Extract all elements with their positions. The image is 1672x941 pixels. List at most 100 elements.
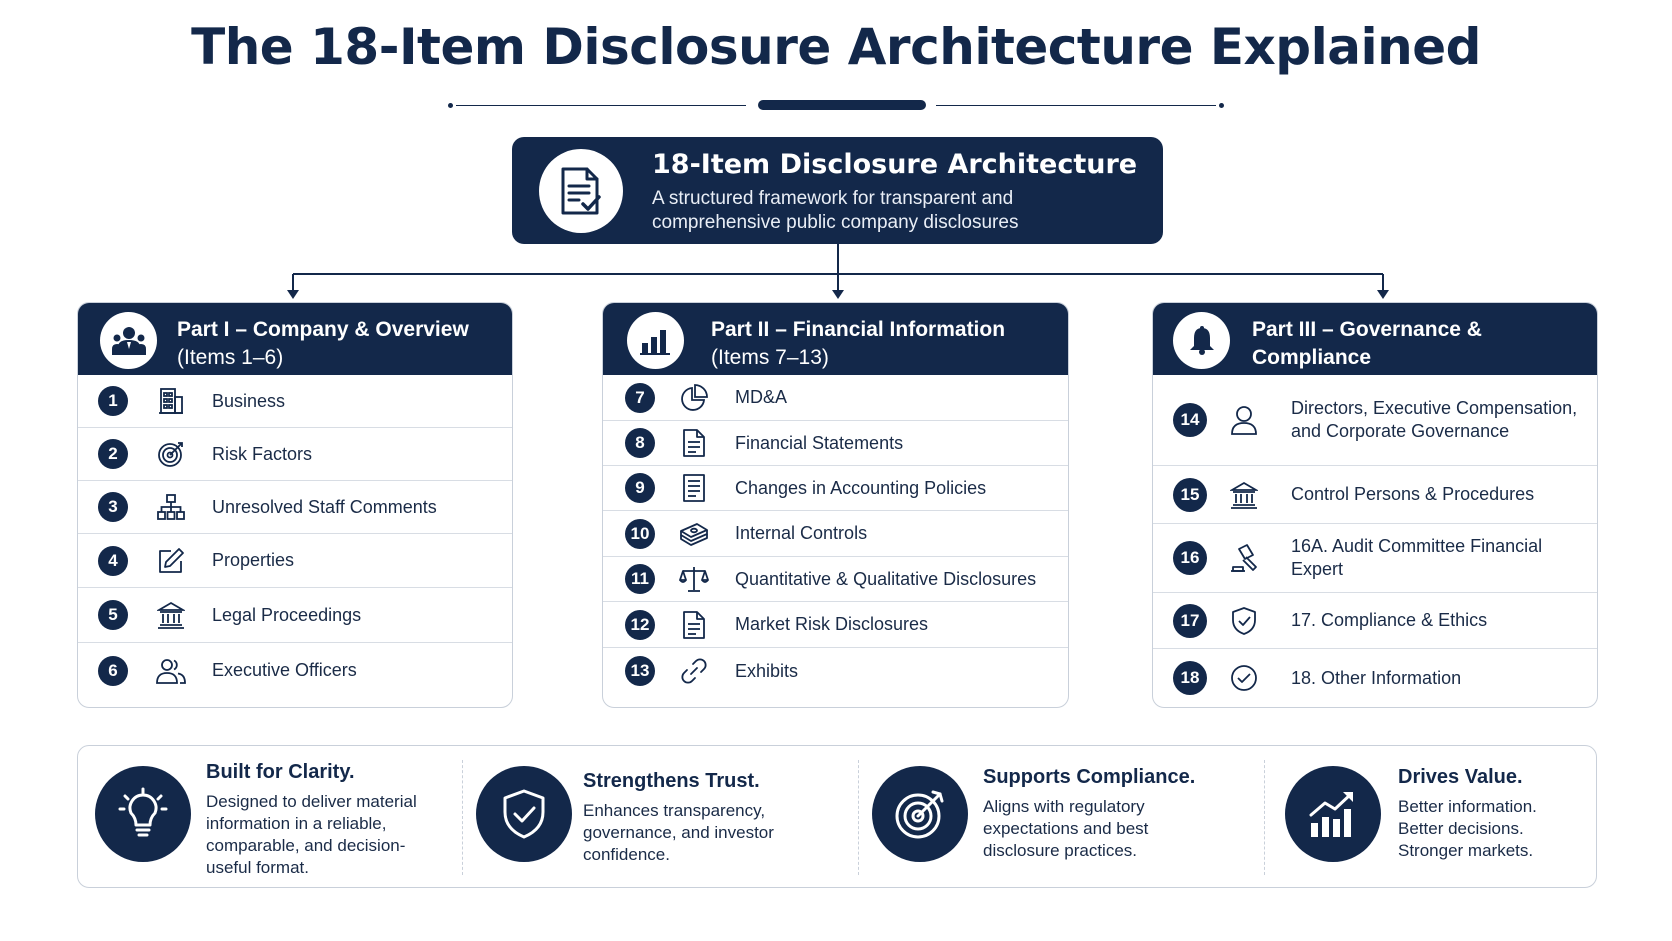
bell-icon bbox=[1173, 312, 1230, 369]
item-label: Properties bbox=[212, 550, 295, 570]
item-number: 15 bbox=[1173, 477, 1207, 512]
target-icon bbox=[156, 439, 186, 469]
target-arrow-icon bbox=[872, 766, 968, 862]
item-number: 4 bbox=[98, 545, 128, 576]
gavel-icon bbox=[1229, 543, 1259, 573]
list-item: 16 16A. Audit Committee Financial Expert bbox=[1153, 524, 1597, 593]
check-circle-icon bbox=[1229, 663, 1259, 693]
part-1-title: Part I – Company & Overview bbox=[177, 318, 469, 341]
list-item: 8 Financial Statements bbox=[603, 421, 1068, 466]
item-number: 9 bbox=[625, 473, 655, 503]
part-2-header: Part II – Financial Information (Items 7–… bbox=[603, 303, 1068, 375]
org-chart-icon bbox=[156, 492, 186, 522]
benefits-panel: Built for Clarity. Designed to deliver m… bbox=[77, 745, 1597, 888]
part-1-card: Part I – Company & Overview (Items 1–6) 1… bbox=[77, 302, 513, 708]
people-icon bbox=[100, 312, 157, 369]
item-label: Risk Factors bbox=[212, 443, 313, 464]
list-item: 6 Executive Officers bbox=[78, 643, 512, 698]
item-label: 16A. Audit Committee Financial Expert bbox=[1291, 536, 1543, 579]
part-2-card: Part II – Financial Information (Items 7–… bbox=[602, 302, 1069, 708]
pie-chart-icon bbox=[679, 383, 709, 413]
scales-icon bbox=[679, 564, 709, 594]
item-label: Business bbox=[212, 390, 286, 411]
feature-compliance: Supports Compliance. Aligns with regulat… bbox=[862, 746, 1262, 889]
item-label: Unresolved Staff Comments bbox=[212, 496, 437, 517]
feature-title: Built for Clarity. bbox=[206, 761, 355, 783]
item-label: Executive Officers bbox=[212, 660, 357, 680]
item-number: 7 bbox=[625, 382, 655, 413]
users-icon bbox=[156, 656, 186, 686]
item-number: 16 bbox=[1173, 541, 1207, 575]
shield-check-icon bbox=[1229, 606, 1259, 636]
courthouse-icon bbox=[1229, 480, 1259, 510]
feature-text: Designed to deliver material information… bbox=[206, 792, 417, 877]
part-2-range: (Items 7–13) bbox=[711, 346, 829, 369]
item-number: 5 bbox=[98, 600, 128, 630]
part-1-range: (Items 1–6) bbox=[177, 346, 284, 369]
bar-chart-icon bbox=[627, 312, 684, 369]
person-icon bbox=[1229, 405, 1259, 435]
item-label: 18. Other Information bbox=[1291, 667, 1462, 688]
feature-title: Strengthens Trust. bbox=[583, 770, 760, 792]
document-icon bbox=[679, 473, 709, 503]
list-item: 9 Changes in Accounting Policies bbox=[603, 466, 1068, 511]
item-label: 17. Compliance & Ethics bbox=[1291, 610, 1488, 630]
list-item: 13 Exhibits bbox=[603, 648, 1068, 694]
item-number: 2 bbox=[98, 439, 128, 469]
item-number: 10 bbox=[625, 518, 655, 549]
list-item: 4 Properties bbox=[78, 534, 512, 588]
item-number: 17 bbox=[1173, 603, 1207, 638]
feature-text: Better information. Better decisions. St… bbox=[1398, 797, 1537, 860]
item-label: Exhibits bbox=[735, 660, 799, 681]
item-number: 18 bbox=[1173, 661, 1207, 695]
item-label: Financial Statements bbox=[735, 432, 904, 453]
list-item: 7 MD&A bbox=[603, 375, 1068, 421]
item-number: 13 bbox=[625, 656, 655, 686]
document-icon bbox=[679, 610, 709, 640]
hero-title: 18-Item Disclosure Architecture bbox=[652, 149, 1138, 180]
item-number: 3 bbox=[98, 492, 128, 522]
feature-title: Drives Value. bbox=[1398, 766, 1523, 788]
building-icon bbox=[156, 386, 186, 416]
item-label: Market Risk Disclosures bbox=[735, 614, 929, 634]
item-label: MD&A bbox=[735, 387, 788, 407]
item-label: Changes in Accounting Policies bbox=[735, 477, 987, 498]
list-item: 10 Internal Controls bbox=[603, 511, 1068, 557]
list-item: 17 17. Compliance & Ethics bbox=[1153, 593, 1597, 649]
item-label: Internal Controls bbox=[735, 523, 868, 543]
lightbulb-icon bbox=[95, 766, 191, 862]
item-label: Legal Proceedings bbox=[212, 604, 362, 625]
feature-trust: Strengthens Trust. Enhances transparency… bbox=[466, 746, 856, 889]
part-3-card: Part III – Governance & Compliance (Items… bbox=[1152, 302, 1598, 708]
feature-text: Enhances transparency, governance, and i… bbox=[583, 801, 774, 864]
list-item: 1 Business bbox=[78, 375, 512, 428]
list-item: 15 Control Persons & Procedures bbox=[1153, 466, 1597, 524]
document-check-icon bbox=[539, 149, 623, 233]
item-number: 11 bbox=[625, 564, 655, 594]
list-item: 11 Quantitative & Qualitative Disclosure… bbox=[603, 557, 1068, 602]
item-number: 8 bbox=[625, 428, 655, 458]
list-item: 12 Market Risk Disclosures bbox=[603, 602, 1068, 648]
item-number: 12 bbox=[625, 609, 655, 640]
list-item: 14 Directors, Executive Compensation, an… bbox=[1153, 375, 1597, 466]
part-3-title: Part III – Governance & Compliance bbox=[1252, 318, 1482, 369]
list-item: 18 18. Other Information bbox=[1153, 649, 1597, 707]
list-item: 3 Unresolved Staff Comments bbox=[78, 481, 512, 534]
item-label: Control Persons & Procedures bbox=[1291, 484, 1535, 504]
hero-subtitle: A structured framework for transparent a… bbox=[652, 188, 1019, 233]
money-stack-icon bbox=[679, 519, 709, 549]
shield-check-icon bbox=[476, 766, 572, 862]
link-icon bbox=[679, 656, 709, 686]
feature-value: Drives Value. Better information. Better… bbox=[1268, 746, 1598, 889]
item-number: 14 bbox=[1173, 403, 1207, 437]
item-number: 6 bbox=[98, 655, 128, 686]
part-3-header: Part III – Governance & Compliance (Items… bbox=[1153, 303, 1597, 397]
feature-clarity: Built for Clarity. Designed to deliver m… bbox=[78, 746, 458, 889]
list-item: 5 Legal Proceedings bbox=[78, 588, 512, 643]
title-divider bbox=[448, 100, 1224, 112]
document-icon bbox=[679, 428, 709, 458]
part-2-title: Part II – Financial Information bbox=[711, 318, 1006, 341]
hero-card: 18-Item Disclosure Architecture A struct… bbox=[512, 137, 1163, 244]
courthouse-icon bbox=[156, 600, 186, 630]
edit-icon bbox=[156, 546, 186, 576]
